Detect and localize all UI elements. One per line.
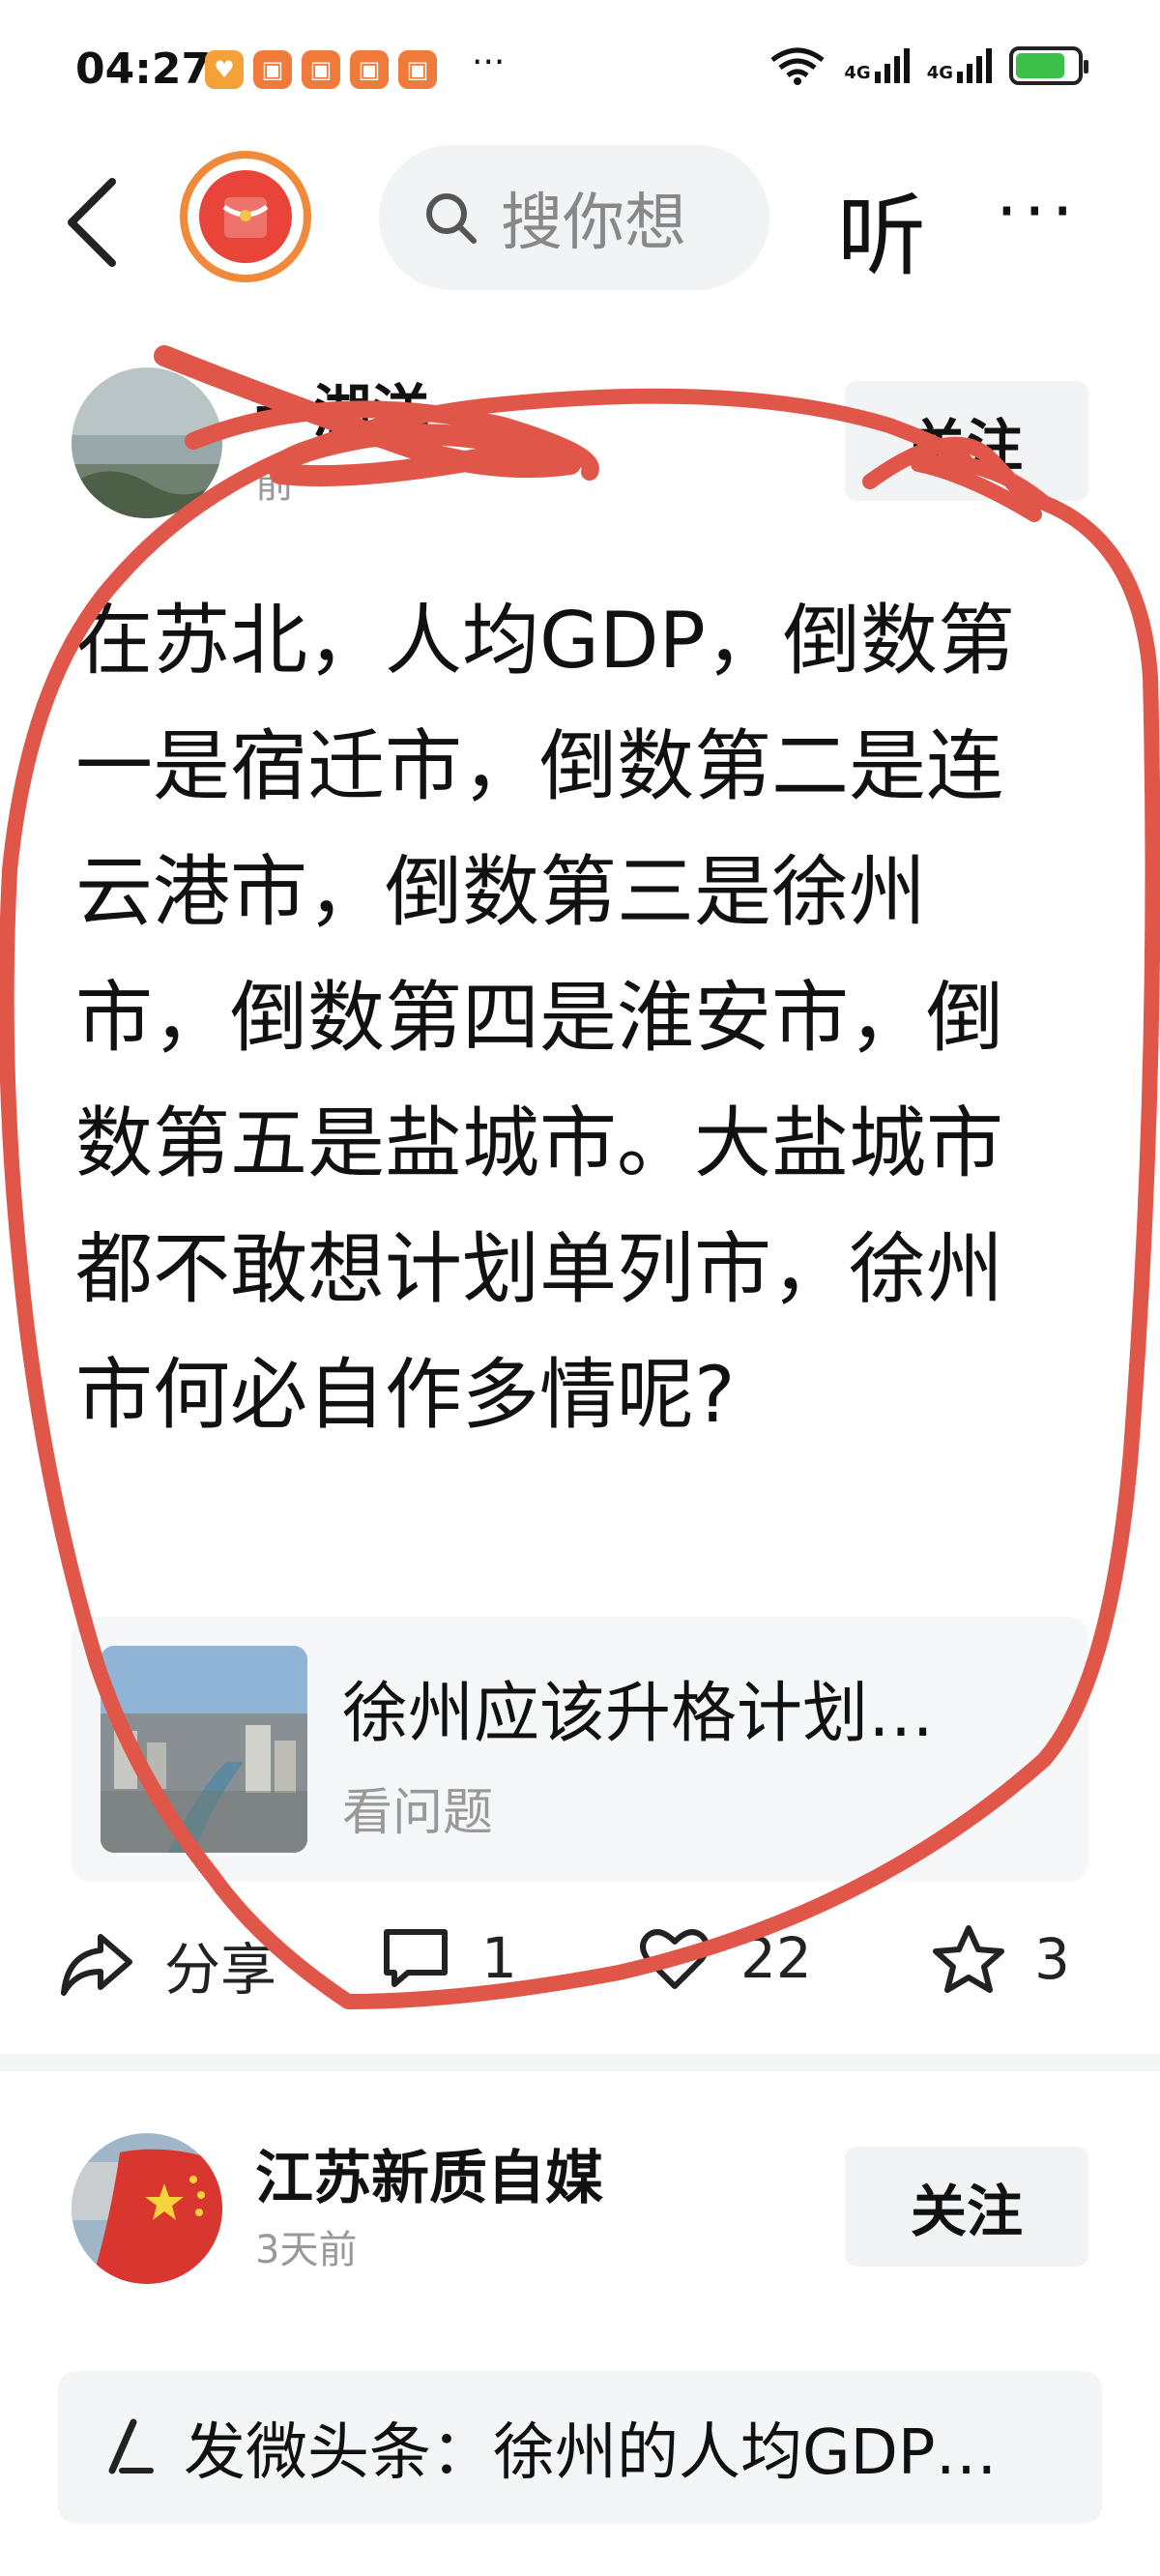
heart-app-icon: ♥ — [205, 50, 244, 89]
view-question-link[interactable]: 看问题 — [342, 1771, 493, 1844]
share-label: 分享 — [164, 1937, 277, 2003]
signal-1: 4G — [844, 48, 910, 83]
edit-icon — [108, 2418, 154, 2474]
notification-app-icon: ▣ — [302, 50, 340, 89]
related-post-bar[interactable]: 发微头条：徐州的人均GDP… — [58, 2371, 1102, 2524]
avatar[interactable] — [72, 2133, 222, 2284]
star-icon — [933, 1925, 1004, 1993]
battery-cap — [1084, 60, 1088, 73]
heart-icon — [640, 1929, 710, 1989]
notification-app-icon: ▣ — [398, 50, 437, 89]
follow-button[interactable]: 关注 — [845, 2147, 1088, 2267]
post-time: 3天前 — [255, 2228, 358, 2272]
battery-icon — [1009, 46, 1088, 85]
like-button[interactable]: 22 — [638, 1924, 812, 1992]
post-divider — [0, 2054, 1160, 2071]
flag-avatar-image — [72, 2133, 222, 2284]
action-bar: 分享 1 22 3 — [0, 1901, 1160, 2027]
chevron-left-icon[interactable] — [58, 174, 126, 271]
top-nav: 搜你想 听 ··· — [0, 135, 1160, 300]
lake-avatar-image — [72, 367, 222, 518]
avatar[interactable] — [72, 367, 222, 518]
author-name[interactable]: 江苏新质自媒 — [255, 2131, 603, 2215]
share-icon — [61, 1934, 132, 1996]
status-bar: 04:27 ♥ ▣ ▣ ▣ ▣ ··· 4G 4G — [0, 0, 1160, 135]
listen-button[interactable]: 听 — [837, 164, 926, 293]
more-menu-button[interactable]: ··· — [996, 170, 1080, 251]
author-name[interactable]: 一湖洋 — [255, 366, 429, 450]
comment-icon — [384, 1929, 448, 1987]
follow-button[interactable]: 关注 — [845, 381, 1088, 501]
envelope-icon — [222, 197, 269, 238]
post-time: 前 — [255, 462, 294, 507]
status-more-indicator: ··· — [472, 43, 506, 82]
status-time: 04:27 — [75, 44, 212, 94]
post-body[interactable]: 在苏北，人均GDP，倒数第一是宿迁市，倒数第二是连云港市，倒数第三是徐州市，倒数… — [75, 578, 1042, 1458]
red-envelope-icon — [199, 170, 292, 263]
favorite-count: 3 — [1034, 1926, 1070, 1992]
notification-app-icon: ▣ — [350, 50, 389, 89]
search-placeholder: 搜你想 — [501, 188, 686, 259]
battery-level — [1016, 53, 1064, 78]
screen: 04:27 ♥ ▣ ▣ ▣ ▣ ··· 4G 4G 搜你想 听 ··· 一湖洋 … — [0, 0, 1160, 2576]
share-button[interactable]: 分享 — [58, 1924, 276, 2005]
status-notification-icons: ♥ ▣ ▣ ▣ ▣ — [205, 50, 437, 89]
post-header: 一湖洋 前 关注 — [0, 358, 1160, 522]
signal-2: 4G — [927, 48, 992, 83]
city-thumbnail-image — [101, 1646, 307, 1853]
comment-count: 1 — [481, 1925, 517, 1991]
related-post-text: 发微头条：徐州的人均GDP… — [184, 2417, 998, 2489]
status-right: 4G 4G — [768, 46, 1088, 85]
signal-bars-icon — [874, 48, 910, 83]
question-title: 徐州应该升格计划… — [342, 1676, 935, 1752]
signal-bars-icon — [957, 48, 992, 83]
search-icon — [426, 193, 477, 244]
search-input[interactable]: 搜你想 — [379, 145, 769, 290]
question-card[interactable]: 徐州应该升格计划… 看问题 — [72, 1617, 1088, 1882]
notification-app-icon: ▣ — [253, 50, 292, 89]
post-header: 江苏新质自媒 3天前 关注 — [0, 2123, 1160, 2288]
like-count: 22 — [740, 1925, 812, 1991]
comment-button[interactable]: 1 — [379, 1924, 517, 1992]
wifi-icon — [770, 47, 825, 85]
favorite-button[interactable]: 3 — [932, 1924, 1070, 1994]
red-envelope-app-logo[interactable] — [180, 151, 311, 282]
